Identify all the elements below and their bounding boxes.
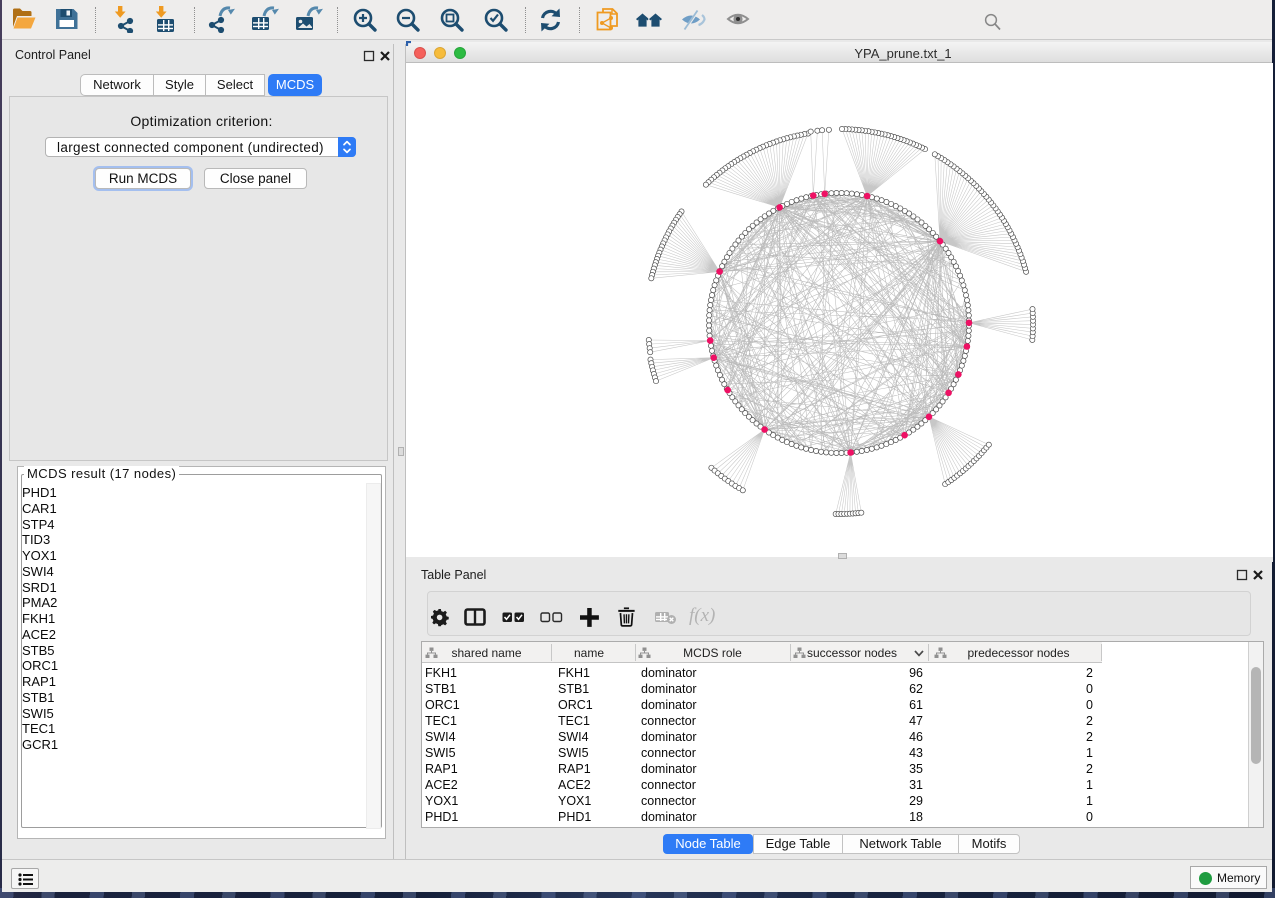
svg-text:f(x): f(x) <box>689 605 715 626</box>
